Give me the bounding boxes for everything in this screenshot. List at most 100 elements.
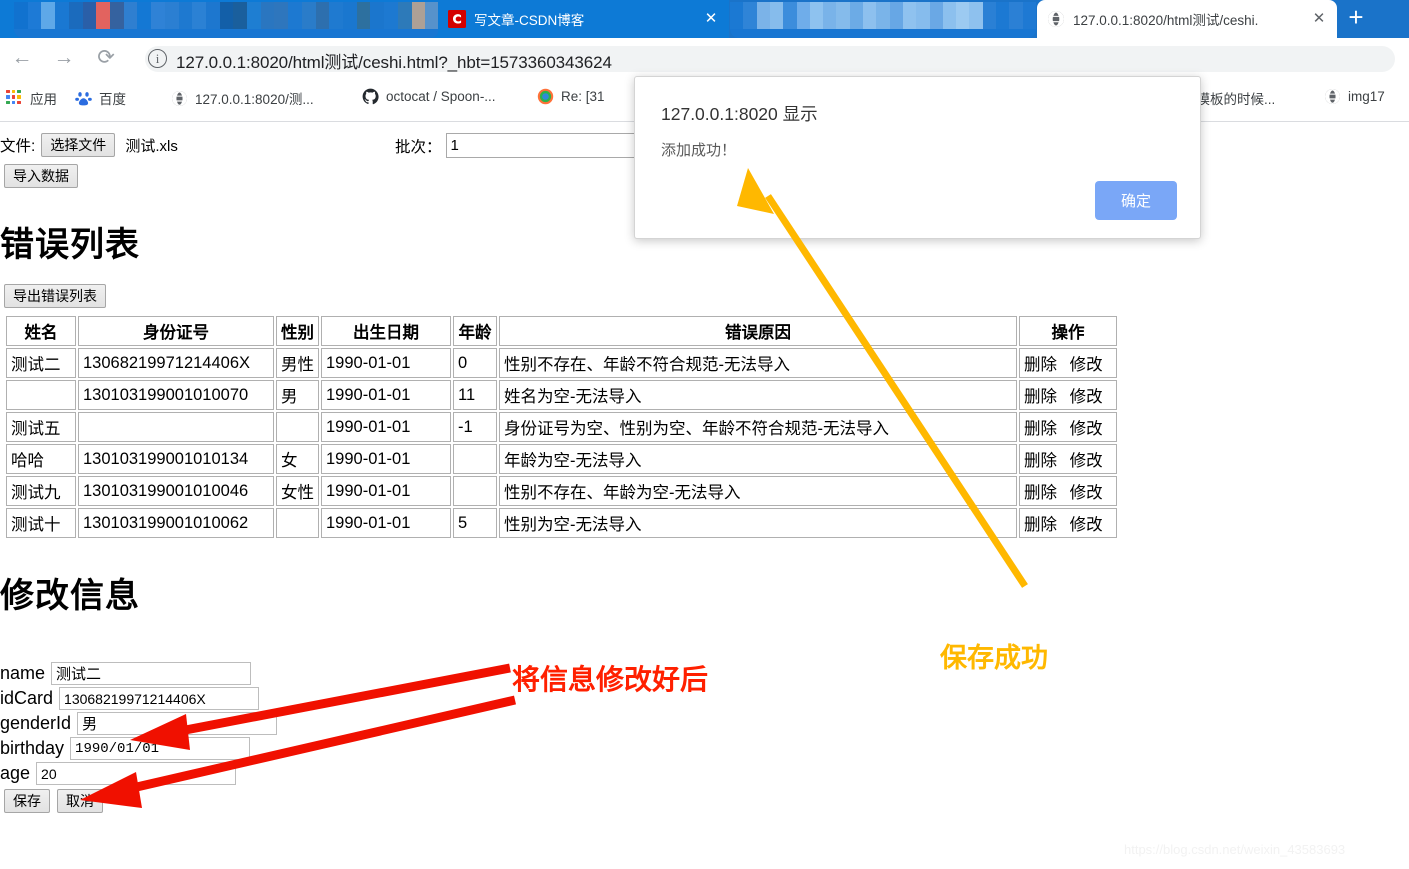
selected-file-name: 测试.xls <box>125 137 178 155</box>
cell-actions: 删除 修改 <box>1019 380 1117 410</box>
cell-birthday: 1990-01-01 <box>321 508 451 538</box>
export-error-list-button[interactable]: 导出错误列表 <box>4 284 106 308</box>
cell-birthday: 1990-01-01 <box>321 348 451 378</box>
bookmark-label: 应用 <box>30 92 57 107</box>
cell-actions: 删除 修改 <box>1019 412 1117 442</box>
apps-grid-icon <box>6 89 23 107</box>
edit-form: name idCard genderId birthday age 保存 取消 <box>0 662 278 813</box>
table-row: 测试五 1990-01-01 -1 身份证号为空、性别为空、年龄不符合规范-无法… <box>6 412 1117 442</box>
cell-reason: 性别不存在、年龄为空-无法导入 <box>499 476 1017 506</box>
edit-link[interactable]: 修改 <box>1070 356 1103 374</box>
col-birthday: 出生日期 <box>321 316 451 346</box>
tab-blurred-2[interactable] <box>730 0 1036 38</box>
col-reason: 错误原因 <box>499 316 1017 346</box>
age-input[interactable] <box>36 762 237 785</box>
delete-link[interactable]: 删除 <box>1024 356 1057 374</box>
new-tab-button[interactable]: + <box>1338 2 1374 34</box>
col-idcard: 身份证号 <box>78 316 274 346</box>
save-button[interactable]: 保存 <box>4 789 50 813</box>
form-row-name: name <box>0 662 277 685</box>
form-buttons: 保存 取消 <box>0 789 277 813</box>
cell-name: 测试九 <box>6 476 76 506</box>
cell-age <box>453 476 497 506</box>
close-icon[interactable]: ✕ <box>703 11 719 27</box>
baidu-icon <box>75 90 92 107</box>
label-name: name <box>0 663 46 683</box>
csdn-icon <box>448 10 466 28</box>
reload-icon[interactable]: ⟳ <box>95 47 117 69</box>
annotation-red-text: 将信息修改好后 <box>512 664 709 695</box>
form-row-gender: genderId <box>0 712 278 735</box>
idcard-input[interactable] <box>59 687 260 710</box>
bookmark-img17[interactable]: img17 <box>1324 88 1385 105</box>
dialog-message: 添加成功！ <box>661 142 737 159</box>
bookmark-label: Re: [31 <box>561 89 605 104</box>
bookmark-apps[interactable]: 应用 <box>6 88 57 108</box>
cell-actions: 删除 修改 <box>1019 508 1117 538</box>
site-info-icon[interactable]: i <box>148 49 167 68</box>
cell-reason: 性别为空-无法导入 <box>499 508 1017 538</box>
cell-name <box>6 380 76 410</box>
label-age: age <box>0 763 31 783</box>
delete-link[interactable]: 删除 <box>1024 516 1057 534</box>
col-gender: 性别 <box>276 316 319 346</box>
delete-link[interactable]: 删除 <box>1024 420 1057 438</box>
genderid-input[interactable] <box>77 712 278 735</box>
error-list-title: 错误列表 <box>0 226 140 264</box>
cell-gender: 男 <box>276 380 319 410</box>
bookmark-re-thread[interactable]: Re: [31 <box>537 88 605 105</box>
table-row: 测试十 130103199001010062 1990-01-01 5 性别为空… <box>6 508 1117 538</box>
delete-link[interactable]: 删除 <box>1024 452 1057 470</box>
tab-csdn[interactable]: 写文章-CSDN博客 ✕ <box>438 0 729 38</box>
edit-link[interactable]: 修改 <box>1070 420 1103 438</box>
javascript-alert-dialog: 127.0.0.1:8020 显示 添加成功！ 确定 <box>634 76 1201 239</box>
edit-link[interactable]: 修改 <box>1070 516 1103 534</box>
table-row: 测试二 13068219971214406X 男性 1990-01-01 0 性… <box>6 348 1117 378</box>
error-table: 姓名 身份证号 性别 出生日期 年龄 错误原因 操作 测试二 130682199… <box>4 314 1119 540</box>
cell-gender <box>276 508 319 538</box>
bookmark-label: 127.0.0.1:8020/测... <box>195 92 314 107</box>
choose-file-button[interactable]: 选择文件 <box>41 133 116 157</box>
delete-link[interactable]: 删除 <box>1024 484 1057 502</box>
cancel-button[interactable]: 取消 <box>57 789 103 813</box>
cell-reason: 身份证号为空、性别为空、年龄不符合规范-无法导入 <box>499 412 1017 442</box>
cell-age: 5 <box>453 508 497 538</box>
address-bar-url[interactable]: 127.0.0.1:8020/html测试/ceshi.html?_hbt=15… <box>176 48 612 73</box>
import-data-button[interactable]: 导入数据 <box>4 164 78 188</box>
cell-idcard: 130103199001010070 <box>78 380 274 410</box>
birthday-input[interactable] <box>70 737 251 760</box>
tab-title: 127.0.0.1:8020/html测试/ceshi. <box>1073 13 1259 28</box>
annotation-yellow-text: 保存成功 <box>940 643 1048 673</box>
tab-title: 写文章-CSDN博客 <box>474 13 585 28</box>
tab-ceshi-html[interactable]: 127.0.0.1:8020/html测试/ceshi. ✕ <box>1037 0 1337 38</box>
label-birthday: birthday <box>0 738 65 758</box>
close-icon[interactable]: ✕ <box>1311 11 1327 27</box>
bookmark-baidu[interactable]: 百度 <box>75 88 126 108</box>
cell-birthday: 1990-01-01 <box>321 412 451 442</box>
cell-gender <box>276 412 319 442</box>
cell-name: 哈哈 <box>6 444 76 474</box>
edit-link[interactable]: 修改 <box>1070 484 1103 502</box>
cell-reason: 姓名为空-无法导入 <box>499 380 1017 410</box>
edit-link[interactable]: 修改 <box>1070 388 1103 406</box>
col-age: 年龄 <box>453 316 497 346</box>
cell-birthday: 1990-01-01 <box>321 444 451 474</box>
batch-label: 批次： <box>395 138 442 156</box>
cell-gender: 男性 <box>276 348 319 378</box>
bookmark-localhost[interactable]: 127.0.0.1:8020/测... <box>171 88 314 108</box>
bookmark-github[interactable]: octocat / Spoon-... <box>362 88 496 105</box>
name-input[interactable] <box>51 662 252 685</box>
edit-link[interactable]: 修改 <box>1070 452 1103 470</box>
cell-age: -1 <box>453 412 497 442</box>
table-row: 测试九 130103199001010046 女性 1990-01-01 性别不… <box>6 476 1117 506</box>
table-header-row: 姓名 身份证号 性别 出生日期 年龄 错误原因 操作 <box>6 316 1117 346</box>
cell-idcard: 130103199001010062 <box>78 508 274 538</box>
cell-actions: 删除 修改 <box>1019 476 1117 506</box>
dialog-ok-button[interactable]: 确定 <box>1095 181 1177 220</box>
back-icon[interactable]: ← <box>11 47 33 69</box>
tab-blurred-1[interactable] <box>14 0 439 38</box>
forward-icon[interactable]: → <box>53 47 75 69</box>
delete-link[interactable]: 删除 <box>1024 388 1057 406</box>
cell-name: 测试五 <box>6 412 76 442</box>
watermark: https://blog.csdn.net/weixin_43583693 <box>1124 842 1346 857</box>
